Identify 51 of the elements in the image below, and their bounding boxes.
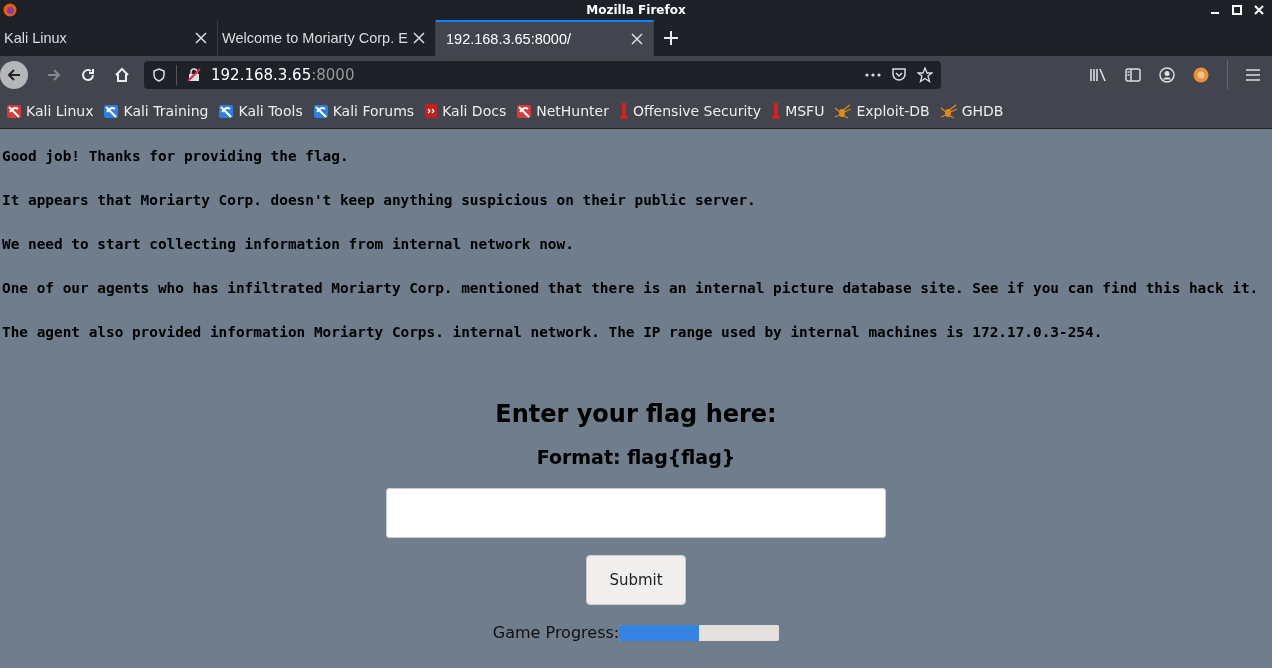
- url-text: 192.168.3.65:8000: [211, 66, 355, 84]
- sidebar-icon[interactable]: [1125, 67, 1141, 83]
- back-arrow-icon: [6, 67, 22, 83]
- library-icon[interactable]: [1089, 67, 1107, 83]
- tab-title: Welcome to Moriarty Corp. E: [222, 30, 408, 46]
- address-bar[interactable]: 192.168.3.65:8000: [144, 61, 941, 89]
- bookmark-item[interactable]: Exploit-DB: [834, 103, 930, 119]
- new-tab-icon[interactable]: [664, 31, 678, 45]
- message-text: One of our agents who has infiltrated Moriarty Corp. mentioned that there is an internal picture database site. See if you can find this hack it.: [2, 279, 1260, 298]
- extension-icon[interactable]: [1193, 67, 1209, 83]
- account-icon[interactable]: [1159, 67, 1175, 83]
- back-button[interactable]: [0, 61, 28, 89]
- submit-button[interactable]: Submit: [586, 555, 686, 605]
- star-icon[interactable]: [917, 67, 933, 83]
- spider-icon: [834, 103, 853, 119]
- close-icon[interactable]: [631, 33, 643, 45]
- pocket-icon[interactable]: [891, 67, 907, 83]
- more-icon[interactable]: [865, 73, 881, 77]
- bookmark-item[interactable]: Kali Linux: [6, 103, 94, 119]
- tab-title: Kali Linux: [4, 30, 67, 46]
- book-icon: [424, 103, 439, 119]
- bookmark-item[interactable]: Kali Training: [103, 103, 209, 119]
- format-hint: Format: flag{flag}: [536, 446, 736, 468]
- bookmark-item[interactable]: Kali Forums: [312, 103, 415, 119]
- message-text: Good job! Thanks for providing the flag.: [2, 147, 350, 166]
- progress-label: Game Progress:: [492, 623, 620, 642]
- close-icon[interactable]: [195, 32, 207, 44]
- tab-title: 192.168.3.65:8000/: [446, 31, 571, 47]
- spider-icon: [939, 103, 958, 119]
- message-text: We need to start collecting information from internal network now.: [2, 235, 575, 254]
- close-icon[interactable]: [413, 32, 425, 44]
- maximize-icon[interactable]: [1232, 5, 1242, 15]
- message-text: It appears that Moriarty Corp. doesn't keep anything suspicious on their public server.: [2, 191, 757, 210]
- bookmark-item[interactable]: NetHunter: [516, 103, 609, 119]
- menu-icon[interactable]: [1246, 69, 1260, 81]
- bookmark-item[interactable]: Kali Tools: [218, 103, 303, 119]
- shield-icon: [152, 68, 166, 82]
- firefox-icon: [3, 3, 17, 17]
- reload-icon[interactable]: [80, 67, 96, 83]
- forward-icon[interactable]: [46, 67, 62, 83]
- form-heading: Enter your flag here:: [495, 400, 777, 428]
- insecure-lock-icon: [187, 68, 201, 82]
- browser-tab[interactable]: 192.168.3.65:8000/: [436, 20, 654, 56]
- bookmark-item[interactable]: MSFU: [771, 102, 825, 120]
- bookmark-item[interactable]: GHDB: [939, 103, 1004, 119]
- bookmark-item[interactable]: Offensive Security: [618, 102, 762, 120]
- flag-input[interactable]: [386, 488, 886, 538]
- message-text: The agent also provided information Moriarty Corps. internal network. The IP range used by internal machines is 172.17.0.3-254.: [2, 323, 1104, 342]
- window-title: Mozilla Firefox: [586, 3, 686, 17]
- home-icon[interactable]: [114, 67, 130, 83]
- bookmark-item[interactable]: Kali Docs: [424, 103, 507, 119]
